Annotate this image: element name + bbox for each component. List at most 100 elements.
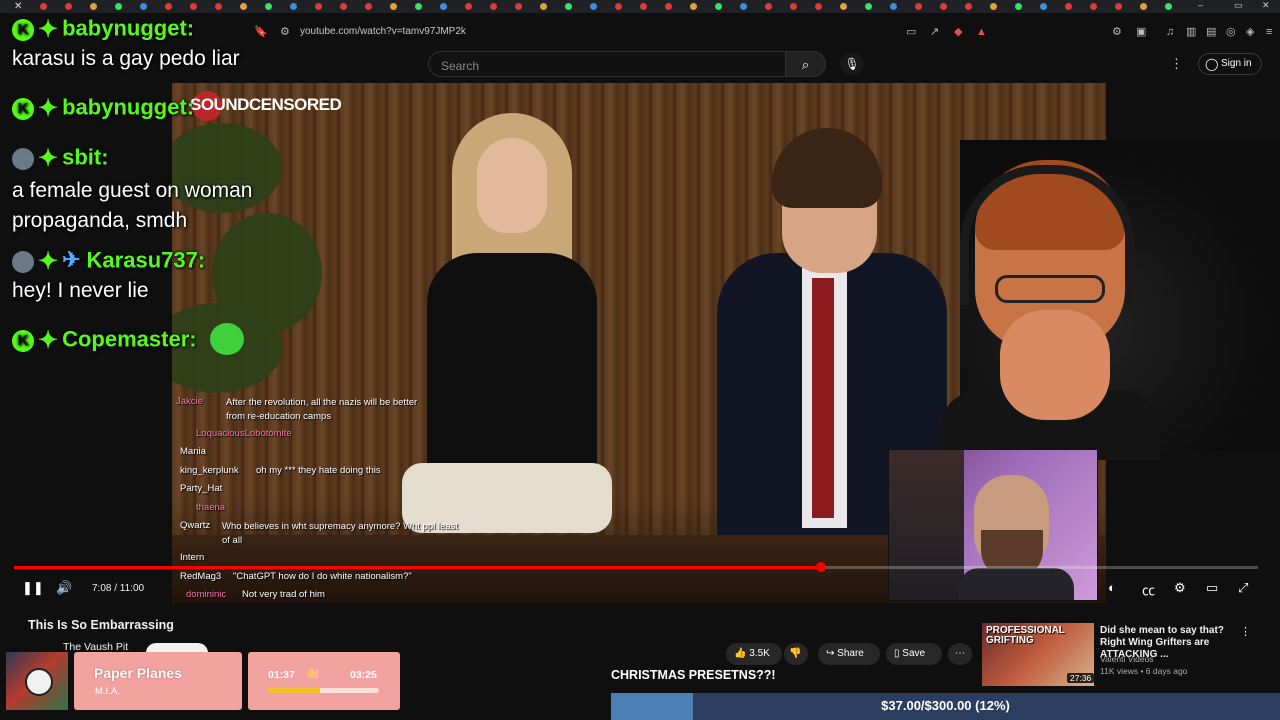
chat-message: karasu is a gay pedo liar — [12, 47, 240, 70]
menu-icon[interactable]: ≡ — [1266, 25, 1272, 39]
vpn-icon[interactable]: ◎ — [1226, 25, 1236, 39]
tab-favicon-icon[interactable] — [865, 3, 872, 10]
shield-icon[interactable]: ◈ — [1246, 25, 1254, 39]
save-icon: ▯ — [894, 648, 900, 659]
pause-icon[interactable]: ❚❚ — [22, 580, 44, 596]
settings-icon[interactable]: ⚙ — [1174, 580, 1186, 596]
tab-favicon-icon[interactable] — [690, 3, 697, 10]
like-button[interactable]: 👍 3.5K — [726, 643, 782, 665]
tab-favicon-icon[interactable] — [65, 3, 72, 10]
song-artist: M.I.A. — [95, 686, 120, 697]
tab-favicon-icon[interactable] — [1140, 3, 1147, 10]
time-display: 7:08 / 11:00 — [92, 583, 145, 594]
search-box[interactable] — [428, 51, 786, 77]
tab-favicon-icon[interactable] — [190, 3, 197, 10]
tab-favicon-icon[interactable] — [965, 3, 972, 10]
search-icon[interactable]: ⌕ — [786, 51, 826, 77]
tab-favicon-icon[interactable] — [290, 3, 297, 10]
mic-icon[interactable]: 🎙 — [840, 53, 864, 75]
tab-favicon-icon[interactable] — [390, 3, 397, 10]
tab-favicon-icon[interactable] — [990, 3, 997, 10]
tab-favicon-icon[interactable] — [265, 3, 272, 10]
diamond-icon: ✦ — [38, 95, 59, 122]
tab-favicon-icon[interactable] — [665, 3, 672, 10]
tab-favicon-icon[interactable] — [90, 3, 97, 10]
tab-favicon-icon[interactable] — [790, 3, 797, 10]
dislike-button[interactable]: 👎 — [784, 643, 808, 665]
tab-favicon-icon[interactable] — [1165, 3, 1172, 10]
song-progress-fill — [268, 688, 321, 693]
tab-favicon-icon[interactable] — [940, 3, 947, 10]
tab-search-icon[interactable]: ▣ — [1136, 25, 1146, 39]
tab-favicon-icon[interactable] — [590, 3, 597, 10]
tab-favicon-icon[interactable] — [1115, 3, 1122, 10]
tab-favicon-icon[interactable] — [240, 3, 247, 10]
chat-message: Who believes in wht supremacy anymore? W… — [222, 521, 459, 546]
tab-favicon-icon[interactable] — [115, 3, 122, 10]
tab-favicon-icon[interactable] — [640, 3, 647, 10]
minimize-icon[interactable]: – — [1198, 0, 1203, 10]
share-page-icon[interactable]: ↗ — [930, 25, 939, 39]
tab-favicon-icon[interactable] — [1090, 3, 1097, 10]
volume-icon[interactable]: 🔊 — [56, 580, 72, 596]
fullscreen-icon[interactable]: ⤢ — [1238, 580, 1248, 596]
more-actions-button[interactable]: ⋯ — [948, 643, 972, 665]
tab-favicon-icon[interactable] — [765, 3, 772, 10]
media-icon[interactable]: ♫ — [1166, 25, 1174, 39]
tab-favicon-icon[interactable] — [165, 3, 172, 10]
sign-in-button[interactable]: ◯ Sign in — [1198, 53, 1262, 75]
tab-favicon-icon[interactable] — [215, 3, 222, 10]
song-progress — [268, 688, 379, 693]
tab-favicon-icon[interactable] — [365, 3, 372, 10]
guest-face — [477, 138, 547, 233]
more-icon[interactable]: ⋮ — [1170, 56, 1183, 72]
tab-favicon-icon[interactable] — [315, 3, 322, 10]
window-close-icon[interactable]: ✕ — [1262, 0, 1270, 11]
browser-tab-strip[interactable] — [0, 0, 1280, 13]
diamond-icon: ✦ — [38, 248, 59, 275]
tab-favicon-icon[interactable] — [465, 3, 472, 10]
tab-favicon-icon[interactable] — [1040, 3, 1047, 10]
tab-favicon-icon[interactable] — [540, 3, 547, 10]
wallet-icon[interactable]: ▤ — [1206, 25, 1216, 39]
suggested-meta: 11K views • 6 days ago — [1100, 666, 1188, 676]
tab-favicon-icon[interactable] — [565, 3, 572, 10]
tab-favicon-icon[interactable] — [915, 3, 922, 10]
tab-favicon-icon[interactable] — [615, 3, 622, 10]
video-title: This Is So Embarrassing — [28, 618, 174, 632]
theater-icon[interactable]: ▭ — [1206, 580, 1218, 596]
tab-favicon-icon[interactable] — [840, 3, 847, 10]
extension-icon[interactable]: ▲ — [976, 25, 987, 39]
more-icon[interactable]: ⋮ — [1240, 625, 1251, 638]
tab-favicon-icon[interactable] — [715, 3, 722, 10]
tab-favicon-icon[interactable] — [1065, 3, 1072, 10]
captions-icon[interactable]: ㏄ — [1142, 580, 1155, 599]
tab-favicon-icon[interactable] — [140, 3, 147, 10]
url-text[interactable]: youtube.com/watch?v=tamv97JMP2k — [300, 26, 466, 37]
maximize-icon[interactable]: ▭ — [1234, 0, 1243, 11]
extension-icon[interactable]: ◆ — [954, 25, 962, 39]
close-tab-icon[interactable]: ✕ — [14, 1, 22, 12]
share-button[interactable]: ↪ Share — [818, 643, 880, 665]
extensions-icon[interactable]: ⚙ — [1112, 25, 1122, 39]
tab-favicon-icon[interactable] — [515, 3, 522, 10]
tab-favicon-icon[interactable] — [740, 3, 747, 10]
tab-favicon-icon[interactable] — [40, 3, 47, 10]
bookmark-icon[interactable]: 🔖 — [254, 25, 268, 39]
tab-favicon-icon[interactable] — [1015, 3, 1022, 10]
tab-favicon-icon[interactable] — [890, 3, 897, 10]
tab-favicon-icon[interactable] — [490, 3, 497, 10]
cast-icon[interactable]: ▭ — [906, 25, 916, 39]
search-input[interactable] — [439, 58, 763, 74]
kick-icon: K — [12, 97, 34, 120]
diamond-icon: ✦ — [38, 16, 59, 43]
tab-favicon-icon[interactable] — [415, 3, 422, 10]
tab-favicon-icon[interactable] — [815, 3, 822, 10]
tab-favicon-icon[interactable] — [340, 3, 347, 10]
tab-favicon-icon[interactable] — [440, 3, 447, 10]
site-info-icon[interactable]: ⚙ — [280, 25, 290, 39]
host-hair — [772, 128, 882, 208]
sidebar-icon[interactable]: ▥ — [1186, 25, 1196, 39]
autoplay-toggle-icon[interactable]: ◐ — [1108, 580, 1116, 595]
save-button[interactable]: ▯ Save — [886, 643, 942, 665]
